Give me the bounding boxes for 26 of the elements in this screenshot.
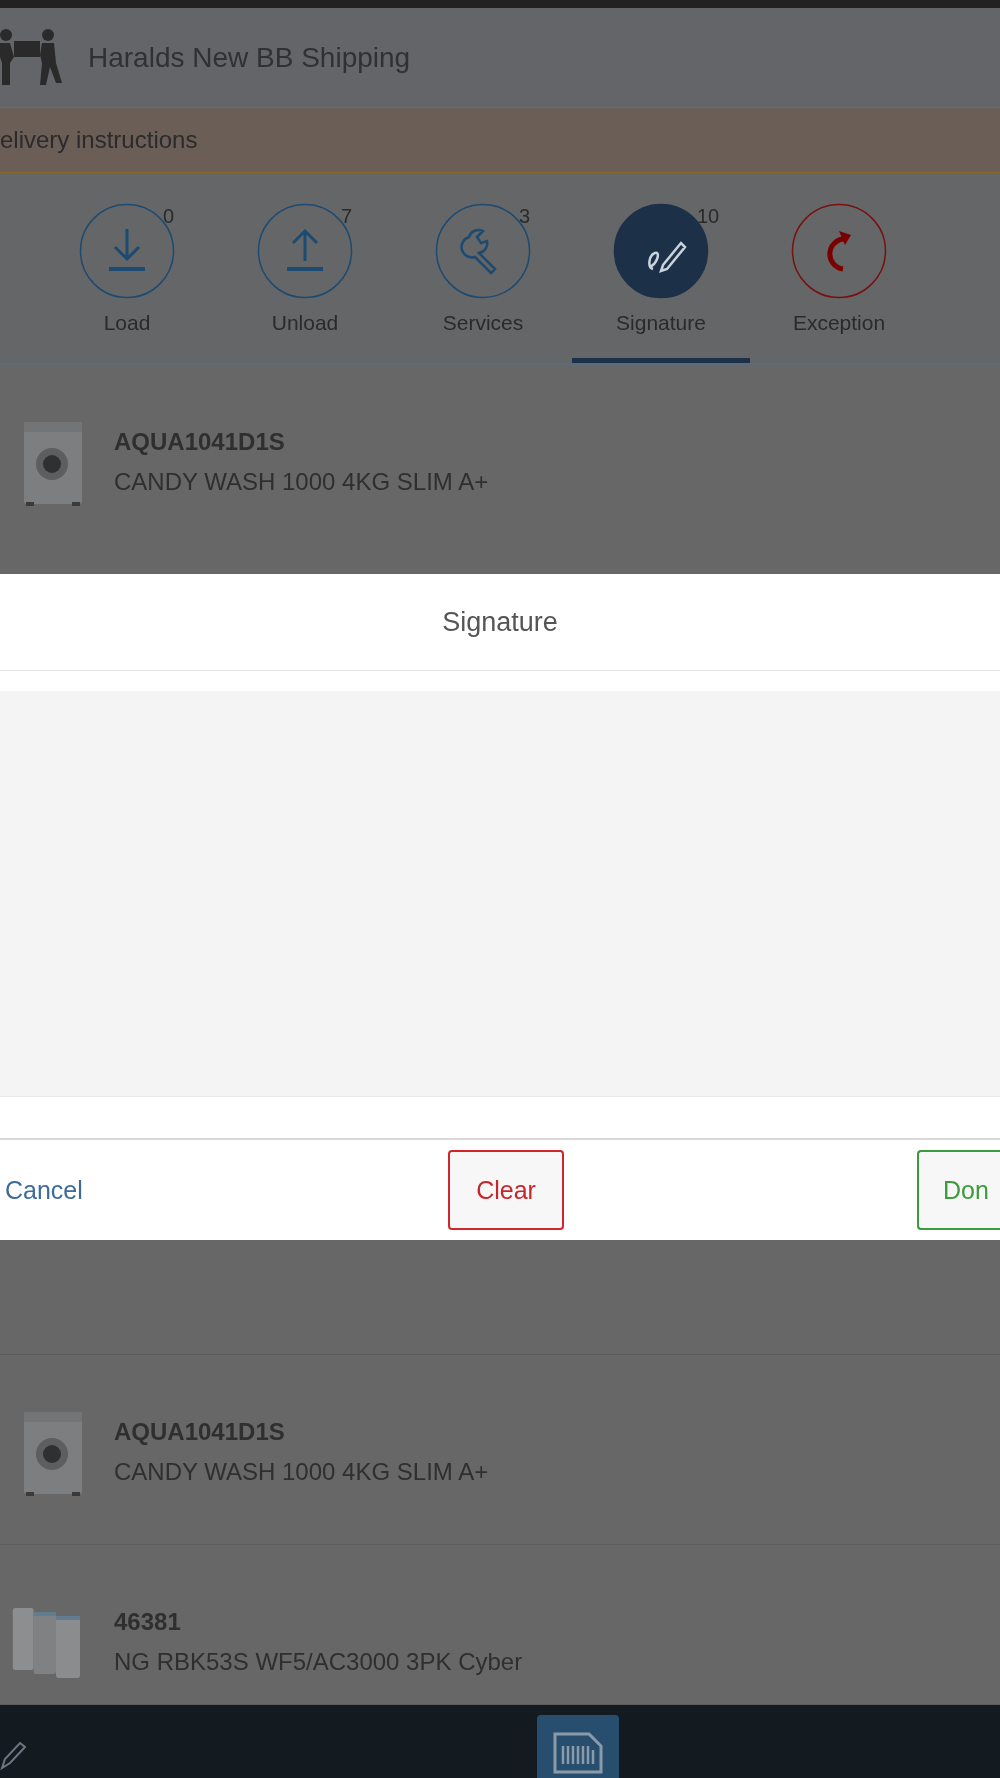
cancel-button[interactable]: Cancel (0, 1150, 88, 1230)
tab-count: 3 (519, 205, 531, 228)
instructions-banner[interactable]: elivery instructions (0, 107, 1000, 173)
item-code: 46381 (114, 1608, 182, 1636)
tab[interactable]: 3 Services (394, 173, 572, 363)
pencil-icon[interactable] (0, 1740, 26, 1770)
tab[interactable]: 7 Unload (216, 173, 394, 363)
item-description: CANDY WASH 1000 4KG SLIM A+ (114, 468, 489, 496)
item-description: CANDY WASH 1000 4KG SLIM A+ (114, 1458, 489, 1486)
clear-button[interactable]: Clear (448, 1150, 564, 1230)
wrench-icon (435, 203, 531, 299)
dialog-title: Signature (442, 606, 558, 638)
tab-count: 7 (341, 205, 353, 228)
tab-count: 10 (697, 205, 720, 228)
done-button[interactable]: Don (917, 1150, 1000, 1230)
tab[interactable]: 0 Load (38, 173, 216, 363)
item-description: NG RBK53S WF5/AC3000 3PK Cyber (114, 1648, 523, 1676)
download-icon (79, 203, 175, 299)
tab[interactable]: 10 Signature (572, 173, 750, 363)
tab[interactable]: Exception (750, 173, 928, 363)
barcode-icon (551, 1730, 605, 1774)
item-code: AQUA1041D1S (114, 428, 286, 456)
upload-icon (257, 203, 353, 299)
scan-button[interactable] (537, 1715, 619, 1778)
tab-count: 0 (163, 205, 175, 228)
item-code: AQUA1041D1S (114, 1418, 286, 1446)
